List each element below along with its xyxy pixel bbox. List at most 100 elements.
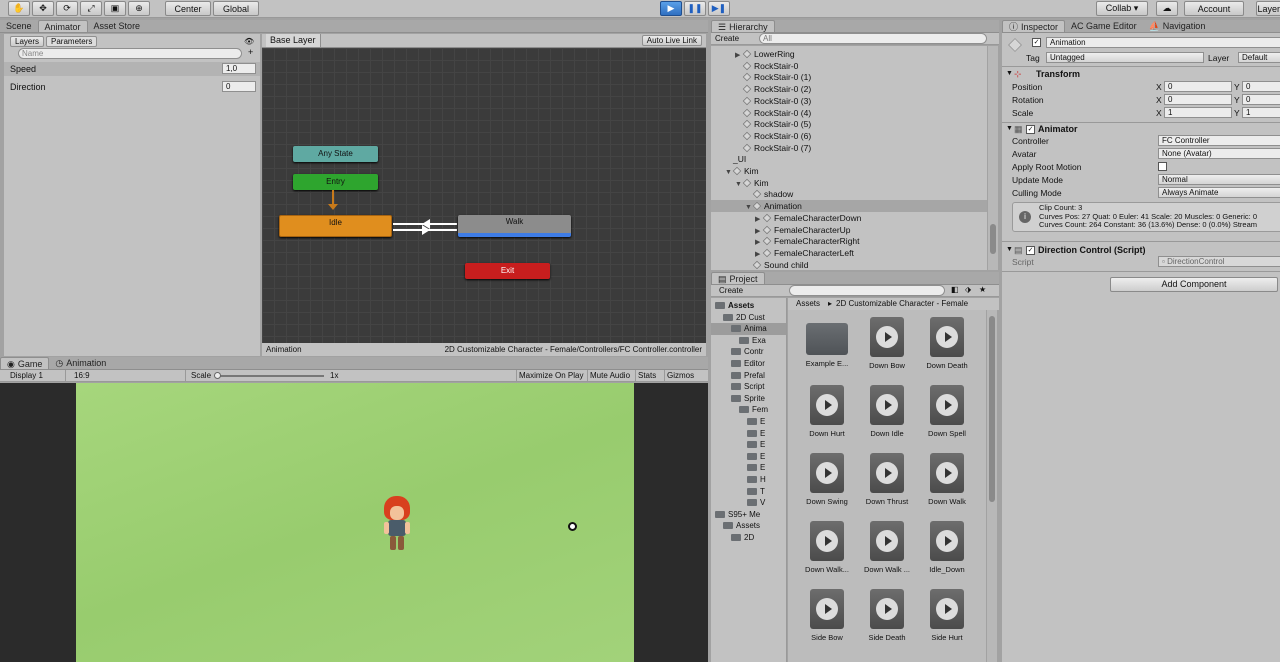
hierarchy-create-dropdown[interactable]: Create	[715, 34, 739, 43]
asset-animation-clip[interactable]: Down Walk...	[798, 521, 856, 574]
tab-asset-store[interactable]: Asset Store	[88, 20, 147, 32]
asset-animation-clip[interactable]: Down Walk ...	[858, 521, 916, 574]
parameter-search-input[interactable]: Name	[18, 48, 242, 59]
auto-live-link-button[interactable]: Auto Live Link	[641, 35, 702, 46]
collapse-arrow-icon[interactable]: ▼	[1006, 70, 1013, 77]
project-scroll-thumb[interactable]	[989, 316, 995, 502]
collapse-arrow-icon[interactable]: ▼	[1006, 246, 1013, 253]
maximize-on-play-toggle[interactable]: Maximize On Play	[516, 370, 585, 381]
tab-game[interactable]: ◉ Game	[0, 357, 50, 369]
script-enabled-checkbox[interactable]: ✓	[1026, 246, 1035, 255]
hierarchy-item[interactable]: ▶ FemaleCharacterUp	[711, 224, 987, 236]
animator-dropdown[interactable]: Normal	[1158, 174, 1280, 185]
project-search-input[interactable]	[789, 285, 945, 296]
param-row-speed[interactable]: Speed 1,0	[4, 62, 260, 76]
state-entry[interactable]: Entry	[293, 174, 378, 190]
folder-tree-item[interactable]: S95+ Me	[711, 509, 786, 521]
folder-tree-item[interactable]: Assets	[711, 300, 786, 312]
state-machine-graph[interactable]: Any State Entry Idle Walk Exit	[262, 48, 706, 343]
folder-tree-item[interactable]: 2D	[711, 532, 786, 544]
hierarchy-item[interactable]: RockStair-0 (1)	[711, 71, 987, 83]
folder-tree-item[interactable]: Anima	[711, 323, 786, 335]
favorite-star-icon[interactable]: ★	[979, 285, 986, 294]
transform-tool-icon[interactable]: ⊕	[128, 1, 150, 16]
asset-animation-clip[interactable]: Down Thrust	[858, 453, 916, 506]
hierarchy-item[interactable]: ▼ Animation	[711, 200, 987, 213]
state-exit[interactable]: Exit	[465, 263, 550, 279]
tab-project[interactable]: ▤ Project	[711, 272, 765, 284]
folder-tree-item[interactable]: Exa	[711, 335, 786, 347]
space-toggle[interactable]: Global	[213, 1, 259, 16]
folder-tree-item[interactable]: Contr	[711, 346, 786, 358]
param-row-direction[interactable]: Direction 0	[4, 80, 260, 94]
step-button[interactable]: ▶❚	[708, 1, 730, 16]
tab-animator[interactable]: Animator	[37, 20, 88, 32]
folder-tree-item[interactable]: H	[711, 474, 786, 486]
collapse-arrow-icon[interactable]: ▼	[1006, 125, 1013, 132]
asset-animation-clip[interactable]: Idle_Down	[918, 521, 976, 574]
hierarchy-item[interactable]: ▶ LowerRing	[711, 48, 987, 60]
folder-tree-item[interactable]: 2D Cust	[711, 312, 786, 324]
hierarchy-item[interactable]: shadow	[711, 188, 987, 200]
pause-button[interactable]: ❚❚	[684, 1, 706, 16]
layer-dropdown[interactable]: Default	[1238, 52, 1280, 63]
hierarchy-item[interactable]: RockStair-0 (2)	[711, 83, 987, 95]
tab-ac-game-editor[interactable]: AC Game Editor	[1065, 20, 1143, 32]
tab-animation[interactable]: ◷ Animation	[49, 357, 112, 369]
add-component-button[interactable]: Add Component	[1110, 277, 1278, 292]
asset-animation-clip[interactable]: Down Death	[918, 317, 976, 370]
asset-animation-clip[interactable]: Side Death	[858, 589, 916, 642]
project-create-dropdown[interactable]: Create	[719, 286, 743, 295]
animator-enabled-checkbox[interactable]: ✓	[1026, 125, 1035, 134]
scale-slider[interactable]	[216, 375, 324, 377]
y-value-field[interactable]: 0	[1242, 94, 1280, 105]
scale-slider-handle[interactable]	[214, 372, 221, 379]
tab-navigation[interactable]: ⛵ Navigation	[1143, 20, 1212, 32]
filter-label-icon[interactable]: ⬗	[965, 285, 971, 294]
hierarchy-item[interactable]: Sound child	[711, 259, 987, 270]
hierarchy-item[interactable]: ▶ FemaleCharacterRight	[711, 235, 987, 247]
folder-tree-item[interactable]: Editor	[711, 358, 786, 370]
asset-animation-clip[interactable]: Side Hurt	[918, 589, 976, 642]
scale-tool-icon[interactable]: ⤢	[80, 1, 102, 16]
asset-animation-clip[interactable]: Down Walk	[918, 453, 976, 506]
rotate-tool-icon[interactable]: ⟳	[56, 1, 78, 16]
tab-inspector[interactable]: ⓘ Inspector	[1002, 20, 1066, 32]
breadcrumb-assets[interactable]: Assets	[796, 298, 820, 309]
animator-object-field[interactable]: FC Controller	[1158, 135, 1280, 146]
hierarchy-item[interactable]: ▼ Kim	[711, 165, 987, 177]
folder-tree-item[interactable]: E	[711, 439, 786, 451]
collab-button[interactable]: Collab ▾	[1096, 1, 1148, 16]
add-parameter-icon[interactable]: +	[248, 47, 253, 57]
state-idle[interactable]: Idle	[279, 215, 392, 237]
hand-tool-icon[interactable]: ✋	[8, 1, 30, 16]
folder-tree-item[interactable]: Fem	[711, 404, 786, 416]
y-value-field[interactable]: 1	[1242, 107, 1280, 118]
pivot-toggle[interactable]: Center	[165, 1, 211, 16]
hierarchy-item[interactable]: ▶ FemaleCharacterLeft	[711, 247, 987, 259]
game-viewport[interactable]	[0, 383, 708, 662]
tab-scene[interactable]: Scene	[0, 20, 38, 32]
state-any-state[interactable]: Any State	[293, 146, 378, 162]
aspect-dropdown[interactable]: 16:9	[70, 370, 186, 381]
asset-animation-clip[interactable]: Down Idle	[858, 385, 916, 438]
folder-tree-item[interactable]: E	[711, 428, 786, 440]
hierarchy-item[interactable]: RockStair-0 (5)	[711, 118, 987, 130]
folder-tree-item[interactable]: E	[711, 462, 786, 474]
hierarchy-item[interactable]: RockStair-0 (6)	[711, 130, 987, 142]
tab-hierarchy[interactable]: ☰ Hierarchy	[711, 20, 775, 32]
layer-breadcrumb[interactable]: Base Layer	[266, 34, 321, 47]
param-value-field[interactable]: 0	[222, 81, 256, 92]
apply-root-motion-checkbox[interactable]	[1158, 162, 1167, 171]
asset-animation-clip[interactable]: Down Bow	[858, 317, 916, 370]
breadcrumb-folder[interactable]: 2D Customizable Character - Female	[836, 298, 968, 309]
mute-audio-toggle[interactable]: Mute Audio	[587, 370, 632, 381]
folder-tree-item[interactable]: V	[711, 497, 786, 509]
tab-layers[interactable]: Layers	[10, 36, 45, 47]
play-button[interactable]: ▶	[660, 1, 682, 16]
display-dropdown[interactable]: Display 1	[4, 370, 66, 381]
param-value-field[interactable]: 1,0	[222, 63, 256, 74]
animator-object-field[interactable]: None (Avatar)	[1158, 148, 1280, 159]
layers-dropdown[interactable]: Layers	[1256, 1, 1280, 16]
hierarchy-item[interactable]: RockStair-0 (4)	[711, 107, 987, 119]
